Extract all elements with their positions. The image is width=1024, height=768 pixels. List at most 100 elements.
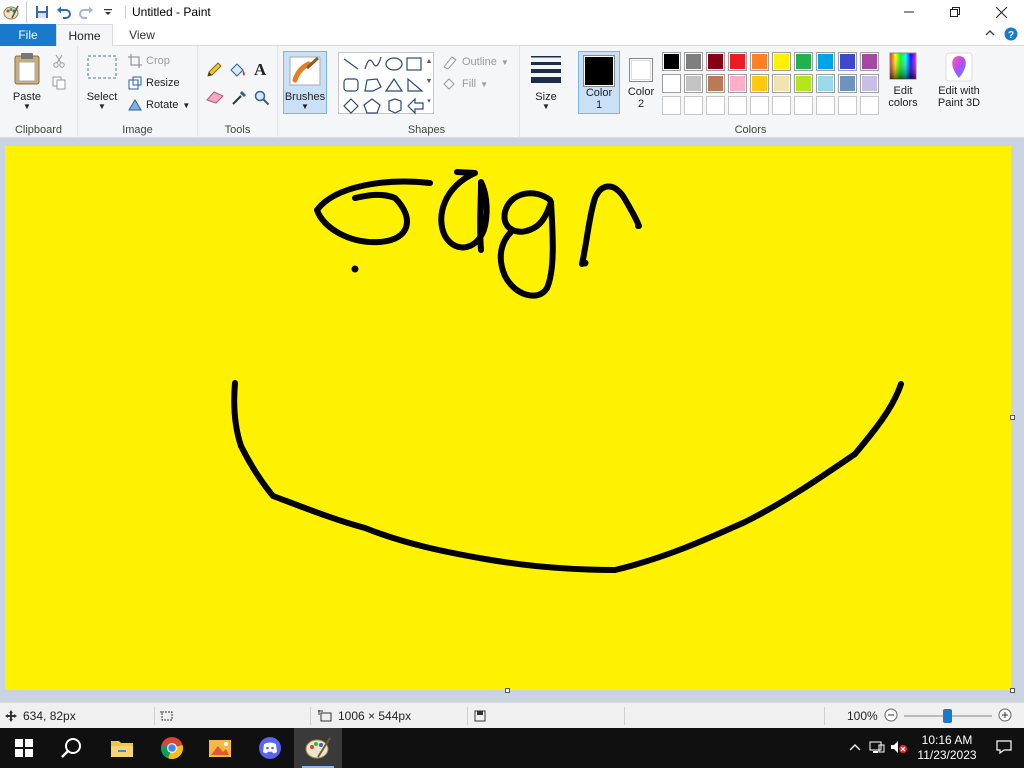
palette-swatch[interactable] <box>684 74 703 93</box>
palette-swatch[interactable] <box>728 52 747 71</box>
close-button[interactable] <box>978 0 1024 24</box>
palette-swatch[interactable] <box>772 74 791 93</box>
colors-group-label: Colors <box>734 124 767 136</box>
color-palette <box>662 52 884 118</box>
palette-swatch[interactable] <box>816 52 835 71</box>
palette-swatch[interactable] <box>838 52 857 71</box>
palette-swatch[interactable] <box>728 74 747 93</box>
resize-button[interactable]: Resize <box>128 76 180 90</box>
edit-with-paint3d-button[interactable]: Edit with Paint 3D <box>930 52 988 109</box>
start-button[interactable] <box>0 728 48 768</box>
doodle-stroke-letter-1 <box>314 178 433 246</box>
color1-button[interactable]: Color 1 <box>578 51 620 114</box>
palette-swatch[interactable] <box>684 52 703 71</box>
collapse-ribbon-icon[interactable] <box>984 27 996 44</box>
tab-file[interactable]: File <box>0 24 56 46</box>
zoom-out-button[interactable] <box>884 708 898 725</box>
palette-swatch[interactable] <box>794 96 813 115</box>
maximize-button[interactable] <box>932 0 978 24</box>
copy-icon[interactable] <box>52 76 66 93</box>
shapes-scroll[interactable]: ▲ ▼ ▾ <box>424 52 434 114</box>
palette-swatch[interactable] <box>816 74 835 93</box>
palette-swatch[interactable] <box>706 96 725 115</box>
select-button[interactable]: Select ▼ <box>82 54 122 111</box>
taskbar: 10:16 AM 11/23/2023 <box>0 728 1024 768</box>
resize-handle-corner[interactable] <box>1010 688 1015 693</box>
triangle-shape-icon <box>384 77 404 92</box>
palette-swatch[interactable] <box>860 74 879 93</box>
palette-swatch[interactable] <box>662 52 681 71</box>
canvas-size: 1006 × 544px <box>318 703 411 729</box>
palette-swatch[interactable] <box>772 52 791 71</box>
zoom-in-button[interactable] <box>998 708 1012 725</box>
chevron-down-icon: ▼ <box>182 100 191 110</box>
paint-app-icon[interactable] <box>0 1 22 23</box>
notifications-icon[interactable] <box>984 739 1024 758</box>
zoom-slider-thumb[interactable] <box>943 709 953 723</box>
tab-view[interactable]: View <box>118 24 166 46</box>
crop-button[interactable]: Crop <box>128 54 170 68</box>
taskbar-file-explorer[interactable] <box>98 728 146 768</box>
palette-swatch[interactable] <box>750 52 769 71</box>
zoom-slider[interactable] <box>903 709 992 723</box>
save-icon <box>474 710 486 722</box>
file-size <box>474 703 486 729</box>
palette-swatch[interactable] <box>838 96 857 115</box>
fill-bucket-icon[interactable] <box>229 62 247 81</box>
chevron-down-icon: ▼ <box>23 102 31 111</box>
palette-swatch[interactable] <box>662 74 681 93</box>
doodle-stroke-letter-3 <box>497 190 556 299</box>
pencil-icon[interactable] <box>206 62 222 81</box>
tray-overflow-icon[interactable] <box>844 741 866 755</box>
size-button[interactable]: Size ▼ <box>526 54 566 111</box>
palette-swatch[interactable] <box>750 96 769 115</box>
palette-swatch[interactable] <box>838 74 857 93</box>
fill-button[interactable]: Fill ▼ <box>442 77 488 91</box>
eraser-icon[interactable] <box>206 90 224 107</box>
customize-qa-icon[interactable] <box>97 1 119 23</box>
volume-muted-icon[interactable] <box>888 740 910 757</box>
palette-swatch[interactable] <box>794 52 813 71</box>
save-icon[interactable] <box>31 1 53 23</box>
tab-home[interactable]: Home <box>56 24 113 46</box>
magnifier-icon[interactable] <box>254 90 270 109</box>
rotate-button[interactable]: Rotate ▼ <box>128 98 190 112</box>
resize-handle-right[interactable] <box>1010 415 1015 420</box>
palette-swatch[interactable] <box>772 96 791 115</box>
redo-icon[interactable] <box>75 1 97 23</box>
minimize-button[interactable] <box>886 0 932 24</box>
cut-icon[interactable] <box>52 54 66 71</box>
taskbar-chrome[interactable] <box>148 728 196 768</box>
palette-swatch[interactable] <box>728 96 747 115</box>
taskbar-clock[interactable]: 10:16 AM 11/23/2023 <box>910 733 984 763</box>
help-icon[interactable]: ? <box>1004 27 1018 44</box>
palette-swatch[interactable] <box>860 96 879 115</box>
palette-swatch[interactable] <box>860 52 879 71</box>
resize-handle-bottom[interactable] <box>505 688 510 693</box>
paste-button[interactable]: Paste ▼ <box>6 52 48 111</box>
drawing-canvas[interactable] <box>5 146 1011 690</box>
taskbar-discord[interactable] <box>246 728 294 768</box>
network-icon[interactable] <box>866 740 888 757</box>
brush-icon <box>289 56 321 86</box>
brushes-button[interactable]: Brushes ▼ <box>283 51 327 114</box>
zoom-controls: 100% <box>847 703 1012 729</box>
color2-button[interactable]: Color 2 <box>622 51 660 114</box>
palette-swatch[interactable] <box>706 74 725 93</box>
color-picker-icon[interactable] <box>231 90 247 109</box>
text-tool-icon[interactable]: A <box>254 60 266 80</box>
taskbar-search-button[interactable] <box>48 728 96 768</box>
undo-icon[interactable] <box>53 1 75 23</box>
shapes-group: ▲ ▼ ▾ Outline ▼ Fill ▼ Shapes <box>334 46 520 138</box>
outline-button[interactable]: Outline ▼ <box>442 55 509 69</box>
palette-swatch[interactable] <box>706 52 725 71</box>
palette-swatch[interactable] <box>684 96 703 115</box>
svg-text:?: ? <box>1008 30 1014 41</box>
taskbar-paint[interactable] <box>294 728 342 768</box>
palette-swatch[interactable] <box>794 74 813 93</box>
edit-colors-button[interactable]: Edit colors <box>884 52 922 109</box>
palette-swatch[interactable] <box>662 96 681 115</box>
taskbar-photos[interactable] <box>196 728 244 768</box>
palette-swatch[interactable] <box>750 74 769 93</box>
palette-swatch[interactable] <box>816 96 835 115</box>
